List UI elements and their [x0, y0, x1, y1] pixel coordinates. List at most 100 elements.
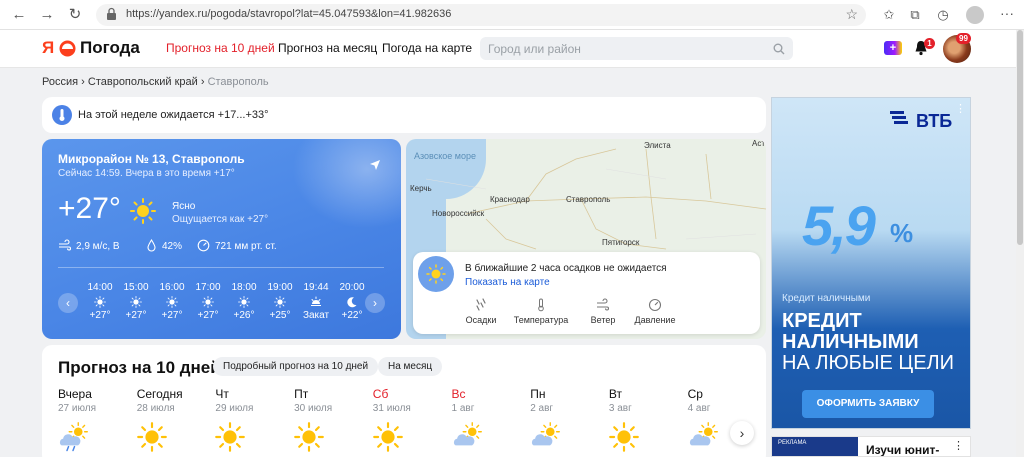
- pressure-value: 721 мм рт. ст.: [215, 241, 277, 252]
- nav-map[interactable]: Погода на карте: [382, 41, 472, 55]
- sun-icon: [294, 422, 324, 452]
- day-name: Сб: [372, 387, 389, 401]
- forecast-day[interactable]: Сб 31 июля: [373, 387, 443, 452]
- month-forecast-button[interactable]: На месяц: [378, 357, 443, 376]
- sunset-icon: [310, 296, 322, 308]
- detailed-forecast-button[interactable]: Подробный прогноз на 10 дней: [213, 357, 379, 376]
- weather-logo-icon: [59, 40, 76, 57]
- notification-count-badge: 1: [924, 38, 935, 49]
- ad-menu-icon[interactable]: ⋮: [955, 102, 966, 115]
- url-text: https://yandex.ru/pogoda/stavropol?lat=4…: [126, 8, 452, 20]
- hours-scroll-right-button[interactable]: ›: [365, 293, 385, 313]
- ad2-menu-icon[interactable]: ⋮: [953, 439, 964, 452]
- vtb-ad-banner[interactable]: ВТБ ⋮ 5,9 % Кредит наличными КРЕДИТ НАЛИ…: [771, 97, 971, 429]
- hour-temp: +27°: [197, 310, 219, 321]
- day-date: 3 авг: [608, 403, 632, 414]
- nav-10-days[interactable]: Прогноз на 10 дней: [166, 41, 275, 55]
- divider: [58, 267, 384, 268]
- thermometer-icon: [538, 298, 544, 312]
- lock-icon: [107, 7, 116, 20]
- partly-cloudy-icon: [452, 422, 482, 452]
- map-tab-temperature[interactable]: Температура: [511, 298, 571, 325]
- location-arrow-icon[interactable]: [369, 159, 381, 171]
- map-tab-pressure[interactable]: Давление: [625, 298, 685, 325]
- day-date: 4 авг: [687, 403, 711, 414]
- page-scrollbar[interactable]: [1016, 30, 1024, 457]
- map-label-elista: Элиста: [644, 141, 671, 150]
- map-label-azov: Азовское море: [414, 151, 476, 161]
- map-tab-label: Давление: [634, 315, 676, 325]
- current-time-compare: Сейчас 14:59. Вчера в это время +17°: [58, 168, 235, 179]
- thermometer-icon: [52, 105, 72, 125]
- map-tab-label: Температура: [513, 315, 569, 325]
- partly-cloudy-icon: [530, 422, 561, 452]
- forecast-title: Прогноз на 10 дней: [58, 358, 221, 377]
- breadcrumb-city: Ставрополь: [207, 76, 269, 88]
- reload-icon[interactable]: ↻: [66, 6, 84, 24]
- forecast-next-button[interactable]: ›: [730, 421, 754, 445]
- extensions-icon[interactable]: ⧉: [906, 6, 924, 24]
- sun-icon: [136, 422, 167, 452]
- favorite-star-icon[interactable]: ☆: [845, 6, 858, 23]
- current-weather-card[interactable]: Микрорайон № 13, Ставрополь Сейчас 14:59…: [42, 139, 401, 339]
- day-date: 31 июля: [372, 403, 411, 414]
- history-icon[interactable]: ◷: [934, 6, 952, 24]
- scrollbar-thumb[interactable]: [1017, 30, 1023, 245]
- forward-icon[interactable]: →: [38, 6, 56, 24]
- map-tab-wind[interactable]: Ветер: [573, 298, 633, 325]
- day-date: 27 июля: [58, 403, 97, 414]
- pressure-icon: [197, 239, 210, 252]
- yandex-logo[interactable]: Я: [42, 39, 58, 57]
- sun-glow: [292, 139, 401, 229]
- day-date: 30 июля: [294, 403, 333, 414]
- ad-cta-button[interactable]: ОФОРМИТЬ ЗАЯВКУ: [802, 390, 934, 418]
- map-label-astrakhan: Аст: [752, 139, 765, 148]
- breadcrumb-separator: ›: [200, 76, 205, 88]
- yandex-plus-icon[interactable]: +: [884, 41, 902, 55]
- precipitation-icon: [476, 298, 486, 311]
- search-input[interactable]: [480, 37, 793, 60]
- sun-icon: [130, 198, 156, 224]
- forecast-day[interactable]: Вчера 27 июля: [58, 387, 128, 452]
- forecast-day[interactable]: Пт 30 июля: [294, 387, 364, 452]
- address-bar[interactable]: https://yandex.ru/pogoda/stavropol?lat=4…: [96, 4, 866, 26]
- nav-month[interactable]: Прогноз на месяц: [278, 41, 377, 55]
- sun-icon: [94, 296, 106, 308]
- collections-icon[interactable]: ✩: [880, 6, 898, 24]
- vtb-logo-icon: [890, 111, 908, 124]
- hourly-item: 16:00 +27°: [154, 282, 190, 321]
- wind-value: 2,9 м/с, В: [76, 241, 120, 252]
- hour-time: 14:00: [87, 282, 113, 293]
- breadcrumb-country[interactable]: Россия: [42, 76, 78, 88]
- day-name: Пт: [294, 387, 309, 401]
- forecast-day[interactable]: Чт 29 июля: [215, 387, 285, 452]
- hour-time: 19:44: [303, 282, 329, 293]
- sun-icon: [274, 296, 286, 308]
- browser-toolbar: ← → ↻ https://yandex.ru/pogoda/stavropol…: [0, 0, 1024, 30]
- sun-icon: [202, 296, 214, 308]
- partly-cloudy-rain-icon: [58, 422, 88, 452]
- forecast-day[interactable]: Сегодня 28 июля: [137, 387, 207, 452]
- feels-like-text: Ощущается как +27°: [172, 214, 269, 225]
- humidity-icon: [147, 239, 156, 252]
- weekly-alert[interactable]: На этой неделе ожидается +17...+33°: [42, 97, 766, 133]
- breadcrumb: Россия › Ставропольский край › Ставропол…: [42, 76, 269, 88]
- browser-menu-icon[interactable]: ···: [1000, 5, 1014, 21]
- hours-scroll-left-button[interactable]: ‹: [58, 293, 78, 313]
- secondary-ad[interactable]: РЕКЛАМА Изучи юнит- ⋮: [771, 436, 971, 457]
- back-icon[interactable]: ←: [10, 6, 28, 24]
- partly-cloudy-icon: [688, 422, 718, 452]
- show-on-map-link[interactable]: Показать на карте: [465, 277, 550, 288]
- day-name: Вс: [451, 387, 466, 401]
- search-icon[interactable]: [773, 43, 785, 55]
- site-header: Я Погода Прогноз на 10 дней Прогноз на м…: [0, 30, 1024, 68]
- breadcrumb-region[interactable]: Ставропольский край: [88, 76, 198, 88]
- browser-profile-icon[interactable]: [966, 6, 984, 24]
- sun-icon: [609, 422, 639, 452]
- forecast-day[interactable]: Пн 2 авг: [530, 387, 600, 452]
- forecast-day[interactable]: Вт 3 авг: [609, 387, 679, 452]
- map-tab-precipitation[interactable]: Осадки: [451, 298, 511, 325]
- ad-headline-line3: НА ЛЮБЫЕ ЦЕЛИ: [782, 352, 955, 374]
- forecast-day[interactable]: Вс 1 авг: [452, 387, 522, 452]
- weather-logo-text[interactable]: Погода: [80, 38, 140, 58]
